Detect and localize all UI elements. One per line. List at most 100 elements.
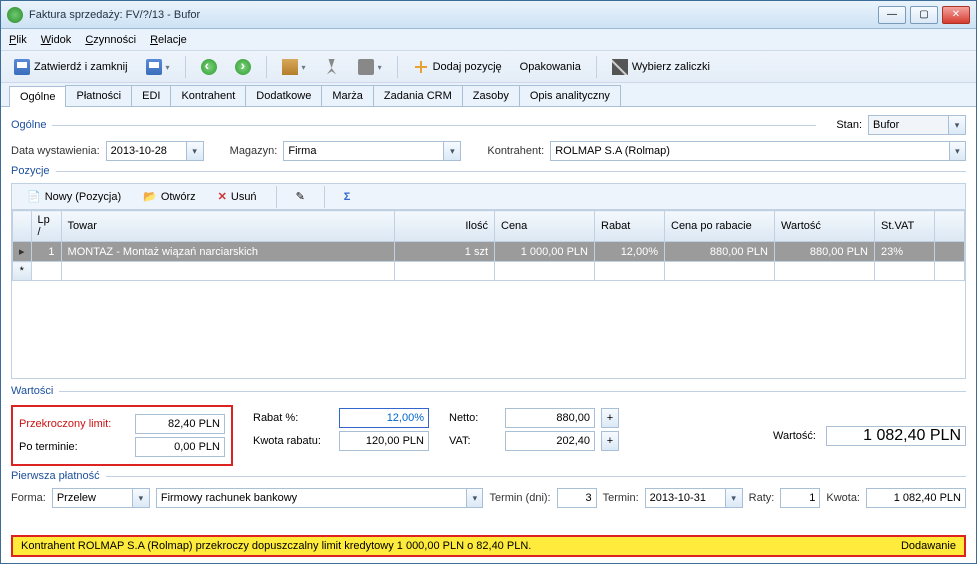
forma-field[interactable] [52, 488, 132, 508]
data-field[interactable] [106, 141, 186, 161]
grid-edit-button[interactable]: ✎ [289, 187, 312, 206]
app-icon [7, 7, 23, 23]
col-stvat[interactable]: St.VAT [875, 211, 935, 242]
termindni-field[interactable] [557, 488, 597, 508]
close-button[interactable]: ✕ [942, 6, 970, 24]
cell-cena[interactable]: 1 000,00 PLN [495, 242, 595, 262]
col-rabat[interactable]: Rabat [595, 211, 665, 242]
stan-field[interactable] [868, 115, 948, 135]
cut-icon [324, 59, 340, 75]
status-mode: Dodawanie [901, 540, 956, 552]
save-close-label: Zatwierdź i zamknij [34, 61, 128, 73]
rabatpct-field[interactable] [339, 408, 429, 428]
tab-dodatkowe[interactable]: Dodatkowe [245, 85, 322, 106]
tabstrip: Ogólne Płatności EDI Kontrahent Dodatkow… [1, 83, 976, 107]
przekroczony-value [135, 414, 225, 434]
przekroczony-label: Przekroczony limit: [19, 418, 129, 430]
plus-icon [413, 59, 429, 75]
kontrahent-field[interactable] [550, 141, 948, 161]
col-cpr[interactable]: Cena po rabacie [665, 211, 775, 242]
print-button[interactable] [351, 56, 389, 78]
cell-lp: 1 [31, 242, 61, 262]
magazyn-dropdown[interactable]: ▾ [443, 141, 461, 161]
tab-platnosci[interactable]: Płatności [65, 85, 132, 106]
minimize-button[interactable]: — [878, 6, 906, 24]
tab-kontrahent[interactable]: Kontrahent [170, 85, 246, 106]
titlebar: Faktura sprzedaży: FV/?/13 - Bufor — ▢ ✕ [1, 1, 976, 29]
data-dropdown[interactable]: ▾ [186, 141, 204, 161]
tab-edi[interactable]: EDI [131, 85, 171, 106]
cell-wartosc: 880,00 PLN [775, 242, 875, 262]
tab-marza[interactable]: Marża [321, 85, 374, 106]
termin-field[interactable] [645, 488, 725, 508]
col-cena[interactable]: Cena [495, 211, 595, 242]
nav-fwd-button[interactable] [228, 56, 258, 78]
grid-delete-button[interactable]: ✕ Usuń [211, 187, 264, 206]
add-row-button[interactable]: Dodaj pozycję [406, 56, 509, 78]
grid-open-button[interactable]: 📂 Otwórz [136, 187, 203, 206]
menu-plik[interactable]: Plik [9, 34, 27, 46]
col-ilosc[interactable]: Ilość [395, 211, 495, 242]
netto-value [505, 408, 595, 428]
grid[interactable]: Lp / Towar Ilość Cena Rabat Cena po raba… [11, 209, 966, 379]
netto-expand-button[interactable]: + [601, 408, 619, 428]
kontrahent-dropdown[interactable]: ▾ [949, 141, 966, 161]
vat-value [505, 431, 595, 451]
save-button[interactable] [139, 56, 177, 78]
dropdown-icon [302, 61, 306, 73]
tab-zadania[interactable]: Zadania CRM [373, 85, 463, 106]
save-close-button[interactable]: Zatwierdź i zamknij [7, 56, 135, 78]
tab-zasoby[interactable]: Zasoby [462, 85, 520, 106]
content-panel: Ogólne Stan: ▾ Data wystawienia: ▾ Magaz… [1, 107, 976, 531]
tab-opis[interactable]: Opis analityczny [519, 85, 621, 106]
tools-button[interactable] [275, 56, 313, 78]
data-label: Data wystawienia: [11, 145, 100, 157]
cell-ilosc: 1 szt [395, 242, 495, 262]
kontrahent-label: Kontrahent: [487, 145, 544, 157]
cell-stvat: 23% [875, 242, 935, 262]
grid-sum-button[interactable]: Σ [337, 188, 358, 206]
col-towar[interactable]: Towar [61, 211, 394, 242]
separator [596, 56, 597, 78]
magazyn-field[interactable] [283, 141, 443, 161]
table-row-new[interactable]: * [13, 262, 965, 281]
save-icon [14, 59, 30, 75]
kwota-label: Kwota: [826, 492, 860, 504]
tab-ogolne[interactable]: Ogólne [9, 86, 66, 107]
cell-towar: MONTAZ - Montaż wiązań narciarskich [61, 242, 394, 262]
separator [185, 56, 186, 78]
rachunek-field[interactable] [156, 488, 467, 508]
cell-cpr: 880,00 PLN [665, 242, 775, 262]
menu-czynnosci[interactable]: Czynności [85, 34, 136, 46]
poterminie-value [135, 437, 225, 457]
rachunek-dropdown[interactable]: ▾ [466, 488, 483, 508]
kwotarabatu-field[interactable] [339, 431, 429, 451]
nav-back-button[interactable] [194, 56, 224, 78]
menu-relacje[interactable]: Relacje [150, 34, 187, 46]
maximize-button[interactable]: ▢ [910, 6, 938, 24]
dropdown-icon [378, 61, 382, 73]
col-lp[interactable]: Lp / [31, 211, 61, 242]
grid-new-button[interactable]: 📄 Nowy (Pozycja) [20, 187, 128, 206]
packaging-label: Opakowania [520, 61, 581, 73]
wartosc-label: Wartość: [773, 430, 816, 442]
menu-widok[interactable]: Widok [41, 34, 72, 46]
dropdown-icon [166, 61, 170, 73]
termin-dropdown[interactable]: ▾ [725, 488, 743, 508]
section-ogolne: Ogólne [11, 119, 46, 131]
tools-icon [282, 59, 298, 75]
vat-label: VAT: [449, 435, 499, 447]
col-extra [935, 211, 965, 242]
status-message: Kontrahent ROLMAP S.A (Rolmap) przekrocz… [21, 540, 901, 552]
statusbar: Kontrahent ROLMAP S.A (Rolmap) przekrocz… [11, 535, 966, 557]
advances-button[interactable]: Wybierz zaliczki [605, 56, 717, 78]
add-row-label: Dodaj pozycję [433, 61, 502, 73]
stan-dropdown[interactable]: ▾ [948, 115, 966, 135]
col-wartosc[interactable]: Wartość [775, 211, 875, 242]
forma-dropdown[interactable]: ▾ [132, 488, 150, 508]
poterminie-label: Po terminie: [19, 441, 129, 453]
packaging-button[interactable]: Opakowania [513, 58, 588, 76]
table-row[interactable]: ▸ 1 MONTAZ - Montaż wiązań narciarskich … [13, 242, 965, 262]
vat-expand-button[interactable]: + [601, 431, 619, 451]
cut-button[interactable] [317, 56, 347, 78]
